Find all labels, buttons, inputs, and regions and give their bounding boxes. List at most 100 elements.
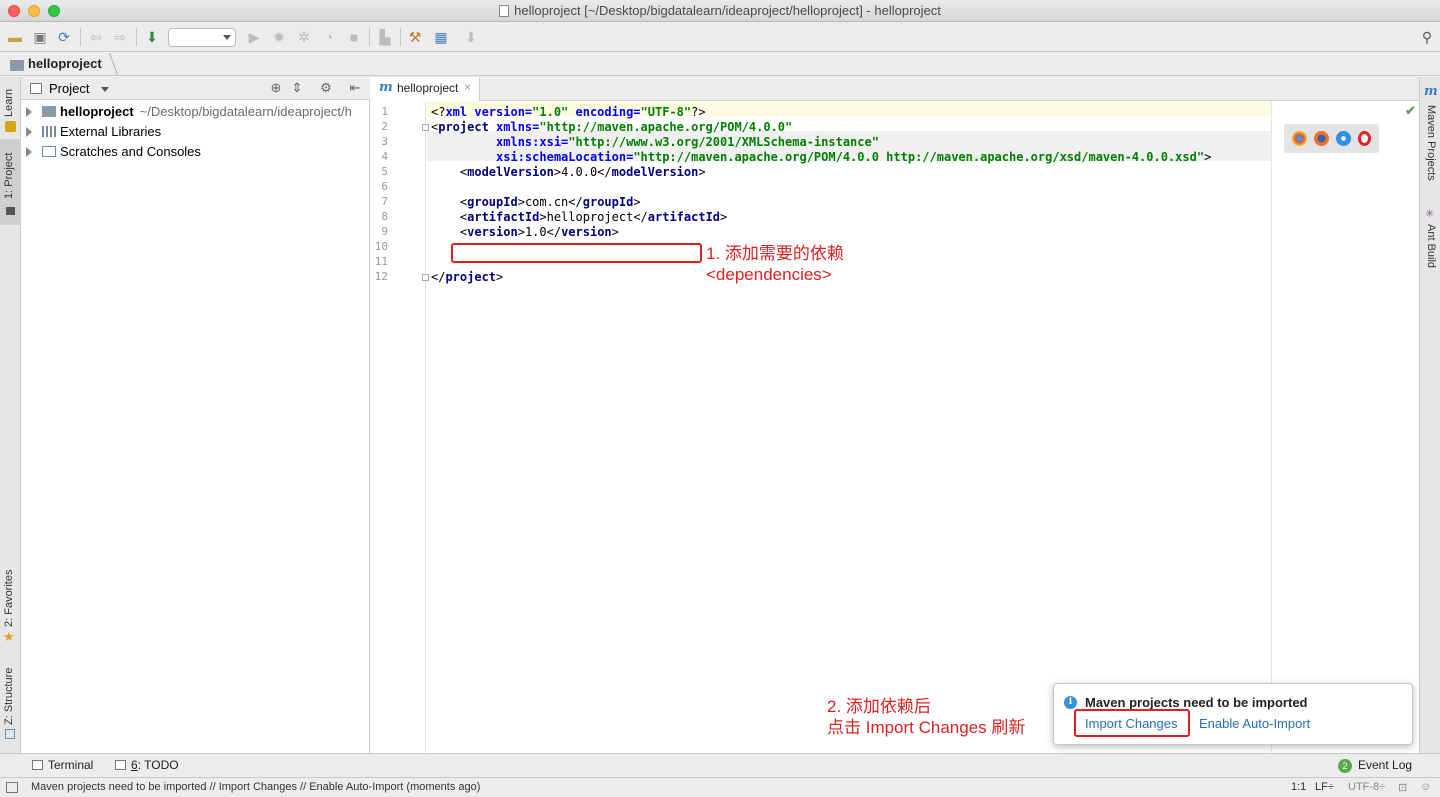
breadcrumb[interactable]: helloproject <box>10 56 102 71</box>
code-line-9[interactable]: <version>1.0</version> <box>431 225 619 240</box>
info-icon: i <box>1064 696 1077 709</box>
run-icon[interactable]: ▶ <box>245 28 263 46</box>
safari-icon[interactable] <box>1336 131 1351 146</box>
code-line-8[interactable]: <artifactId>helloproject</artifactId> <box>431 210 727 225</box>
status-bar: Maven projects need to be imported // Im… <box>0 777 1440 797</box>
terminal-icon <box>32 760 43 770</box>
collapse-all-icon[interactable]: ⇕ <box>289 80 305 96</box>
tool-tab-learn[interactable]: Learn <box>0 79 21 137</box>
inspector-icon[interactable]: ☺ <box>1420 781 1431 793</box>
tool-tab-maven-projects[interactable]: Maven Projects <box>1420 101 1440 191</box>
coverage-icon[interactable]: ✲ <box>295 28 313 46</box>
sdk-icon[interactable]: ⬇ <box>462 28 480 46</box>
line-number: 11 <box>374 255 388 268</box>
line-number: 7 <box>381 195 388 208</box>
title-bar: helloproject [~/Desktop/bigdatalearn/ide… <box>0 0 1440 22</box>
run-configuration-select[interactable] <box>168 28 236 47</box>
stop-icon[interactable]: ■ <box>345 28 363 46</box>
window-title: helloproject [~/Desktop/bigdatalearn/ide… <box>0 3 1440 18</box>
annotation-step2-detail: 点击 Import Changes 刷新 <box>827 718 1026 737</box>
search-icon[interactable]: ⚲ <box>1418 28 1436 46</box>
learn-icon <box>5 121 16 132</box>
settings-icon[interactable]: ⚒ <box>406 28 424 46</box>
project-panel-header: Project ⊕ ⇕ ⚙ ⇤ <box>21 77 370 100</box>
line-number: 6 <box>381 180 388 193</box>
line-number: 12 <box>374 270 388 283</box>
editor-tab-pom[interactable]: m helloproject × <box>370 77 480 101</box>
tool-window-toggle-icon[interactable] <box>6 782 18 793</box>
save-icon[interactable]: ▣ <box>31 28 49 46</box>
left-tool-stripe: Learn 1: Project 2: Favorites ★ Z: Struc… <box>0 77 21 753</box>
inspection-ok-icon[interactable]: ✔ <box>1405 103 1416 119</box>
expand-arrow-icon[interactable] <box>26 147 32 157</box>
line-separator[interactable]: LF÷ <box>1315 781 1334 793</box>
code-line-2[interactable]: <project xmlns="http://maven.apache.org/… <box>431 120 792 135</box>
line-number: 9 <box>381 225 388 238</box>
toolbar-divider <box>369 28 370 46</box>
sync-icon[interactable]: ⟳ <box>55 28 73 46</box>
tool-tab-favorites[interactable]: 2: Favorites ★ <box>0 559 21 649</box>
tool-tab-structure[interactable]: Z: Structure <box>0 659 21 749</box>
fold-marker-icon[interactable] <box>422 274 429 281</box>
bottom-tool-bar: Terminal 6: TODO 2 Event Log <box>0 753 1440 777</box>
open-folder-icon[interactable]: ▬ <box>6 28 24 46</box>
chevron-down-icon <box>223 35 231 40</box>
chevron-down-icon[interactable] <box>101 87 109 92</box>
file-encoding[interactable]: UTF-8÷ <box>1348 781 1385 793</box>
main-toolbar: ▬ ▣ ⟳ ⇦ ⇨ ⬇ ▶ ✹ ✲ ◔ ■ ▙ ⚒ ▦ ⬇ ⚲ <box>0 22 1440 52</box>
code-line-1[interactable]: <?xml version="1.0" encoding="UTF-8"?> <box>431 105 706 120</box>
tree-item-helloproject[interactable]: helloproject ~/Desktop/bigdatalearn/ideap… <box>21 102 370 122</box>
hide-panel-icon[interactable]: ⇤ <box>347 80 363 96</box>
tool-tab-project[interactable]: 1: Project <box>0 139 21 225</box>
line-number: 8 <box>381 210 388 223</box>
editor-gutter: 1 2 3 4 5 6 7 8 9 10 11 12 <box>370 101 429 753</box>
locate-icon[interactable]: ⊕ <box>268 80 284 96</box>
editor-tab-bar: m helloproject × <box>370 77 1419 101</box>
right-tool-stripe: m Maven Projects ✳ Ant Build <box>1419 77 1440 753</box>
enable-auto-import-link[interactable]: Enable Auto-Import <box>1199 716 1310 731</box>
tree-item-scratches[interactable]: Scratches and Consoles <box>21 142 370 162</box>
todo-icon <box>115 760 126 770</box>
project-view-selector[interactable]: Project <box>49 81 89 96</box>
terminal-tab[interactable]: Terminal <box>48 758 93 772</box>
code-line-3[interactable]: xmlns:xsi="http://www.w3.org/2001/XMLSch… <box>431 135 879 150</box>
build-icon[interactable]: ⬇ <box>143 28 161 46</box>
code-line-4[interactable]: xsi:schemaLocation="http://maven.apache.… <box>431 150 1211 165</box>
maven-file-icon: m <box>379 80 393 95</box>
toolbar-divider <box>80 28 81 46</box>
back-icon[interactable]: ⇦ <box>87 28 105 46</box>
code-line-12[interactable]: </project> <box>431 270 503 285</box>
browser-preview-bar <box>1284 124 1379 153</box>
fold-marker-icon[interactable] <box>422 124 429 131</box>
code-line-7[interactable]: <groupId>com.cn</groupId> <box>431 195 641 210</box>
event-log-tab[interactable]: Event Log <box>1358 758 1412 772</box>
tree-item-label: Scratches and Consoles <box>60 144 201 159</box>
toolbar-divider <box>400 28 401 46</box>
status-message[interactable]: Maven projects need to be imported // Im… <box>31 781 480 793</box>
vcs-icon[interactable]: ▙ <box>376 28 394 46</box>
line-number: 4 <box>381 150 388 163</box>
ant-icon: ✳ <box>1425 208 1435 220</box>
forward-icon[interactable]: ⇨ <box>111 28 129 46</box>
tree-item-label: External Libraries <box>60 124 162 139</box>
tool-tab-ant-build[interactable]: Ant Build <box>1420 222 1440 282</box>
opera-icon[interactable] <box>1358 131 1371 146</box>
structure-icon <box>5 729 15 739</box>
chrome-icon[interactable] <box>1292 131 1307 146</box>
code-line-5[interactable]: <modelVersion>4.0.0</modelVersion> <box>431 165 706 180</box>
caret-position[interactable]: 1:1 <box>1291 781 1306 793</box>
todo-tab[interactable]: 6: TODO <box>131 758 179 772</box>
expand-arrow-icon[interactable] <box>26 107 32 117</box>
lock-icon[interactable]: ⊡ <box>1398 781 1407 794</box>
tree-item-label: helloproject <box>60 104 134 119</box>
debug-icon[interactable]: ✹ <box>270 28 288 46</box>
close-icon[interactable]: × <box>464 80 471 94</box>
expand-arrow-icon[interactable] <box>26 127 32 137</box>
project-view-icon <box>30 83 42 94</box>
firefox-icon[interactable] <box>1314 131 1329 146</box>
editor-tab-label: helloproject <box>397 81 459 95</box>
profile-icon[interactable]: ◔ <box>320 28 338 46</box>
gear-icon[interactable]: ⚙ <box>318 80 334 96</box>
tree-item-external-libraries[interactable]: External Libraries <box>21 122 370 142</box>
project-structure-icon[interactable]: ▦ <box>432 28 450 46</box>
